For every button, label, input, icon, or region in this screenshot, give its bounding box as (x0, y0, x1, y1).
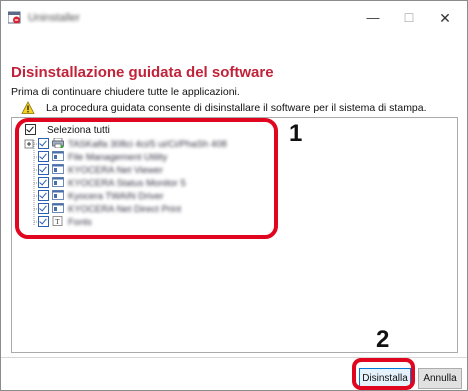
cancel-button[interactable]: Annulla (418, 368, 462, 389)
callout-highlight-1 (15, 118, 278, 239)
header-panel: Disinstallazione guidata del software Pr… (1, 35, 467, 125)
uninstaller-window: Uninstaller — ☐ ✕ Disinstallazione guida… (0, 0, 468, 391)
window-title: Uninstaller (28, 12, 80, 24)
minimize-button[interactable]: — (356, 1, 390, 35)
callout-number-2: 2 (376, 326, 390, 353)
close-button[interactable]: ✕ (428, 1, 462, 35)
info-text: La procedura guidata consente di disinst… (46, 102, 427, 114)
warning-icon (21, 101, 35, 114)
uninstaller-app-icon (8, 11, 21, 24)
page-title: Disinstallazione guidata del software (11, 64, 274, 81)
maximize-button[interactable]: ☐ (392, 1, 426, 35)
title-bar[interactable]: Uninstaller — ☐ ✕ (1, 1, 467, 35)
callout-number-1: 1 (289, 120, 303, 147)
callout-highlight-2 (352, 358, 415, 390)
subtitle: Prima di continuare chiudere tutte le ap… (11, 86, 240, 98)
